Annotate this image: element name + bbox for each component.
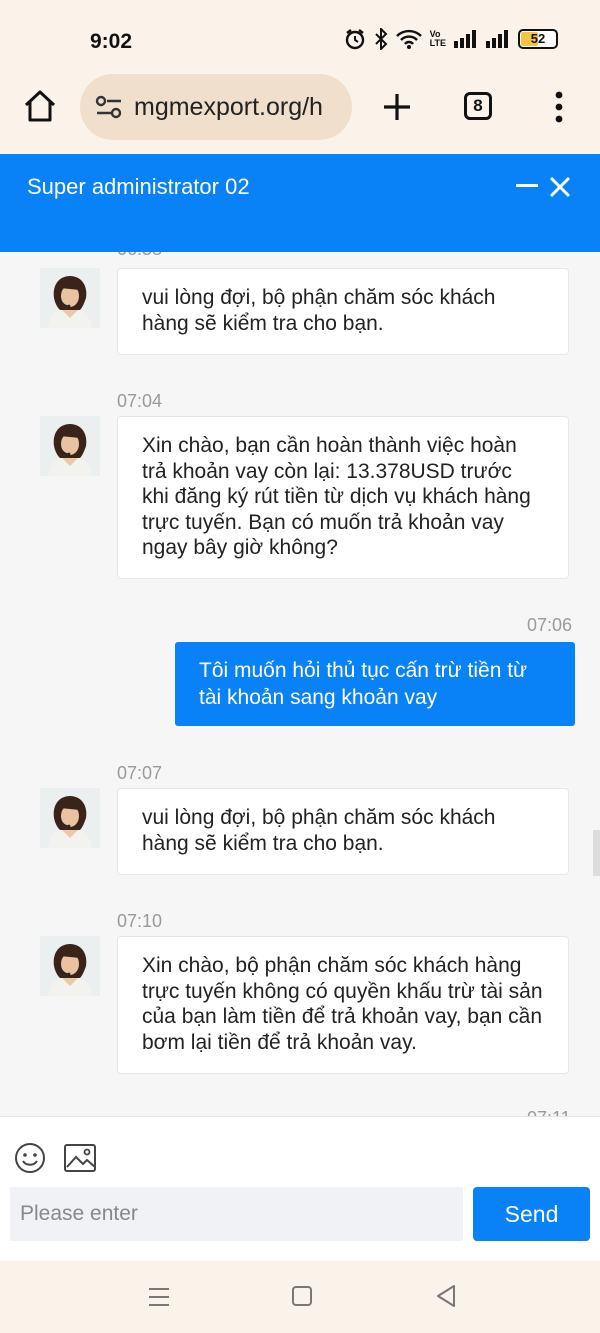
square-icon[interactable] xyxy=(292,1286,312,1306)
home-icon[interactable] xyxy=(22,88,58,124)
status-time: 9:02 xyxy=(90,30,133,53)
plus-icon[interactable] xyxy=(380,90,414,124)
signal-icon xyxy=(486,30,508,48)
message-list[interactable]: 06:58 vui lòng đợi, bộ phận chăm sóc khá… xyxy=(0,252,600,1116)
minimize-icon[interactable] xyxy=(516,183,538,189)
agent-avatar xyxy=(40,268,100,328)
message-time: 06:58 xyxy=(117,252,162,260)
chat-title: Super administrator 02 xyxy=(27,174,250,199)
close-icon[interactable] xyxy=(549,176,571,198)
signal-icon xyxy=(454,30,476,48)
back-triangle-icon[interactable] xyxy=(435,1284,457,1308)
tab-count-button[interactable]: 8 xyxy=(464,92,492,120)
tune-icon[interactable] xyxy=(95,95,123,119)
agent-message: vui lòng đợi, bộ phận chăm sóc khách hàn… xyxy=(117,788,569,875)
url-text[interactable]: mgmexport.org/h xyxy=(134,93,344,122)
chat-header xyxy=(0,154,600,252)
message-time: 07:06 xyxy=(527,615,573,635)
agent-avatar xyxy=(40,788,100,848)
agent-message: Xin chào, bộ phận chăm sóc khách hàng tr… xyxy=(117,936,569,1074)
message-time: 07:11 xyxy=(527,1108,571,1116)
agent-message: vui lòng đợi, bộ phận chăm sóc khách hàn… xyxy=(117,268,569,355)
message-input[interactable] xyxy=(10,1187,463,1241)
status-icons: Vo LTE 52 xyxy=(344,28,558,50)
battery-level-text: 52 xyxy=(530,31,546,46)
emoji-icon[interactable] xyxy=(14,1142,46,1174)
agent-message: Xin chào, bạn cần hoàn thành việc hoàn t… xyxy=(117,416,569,579)
scrollbar[interactable] xyxy=(593,830,600,876)
message-time: 07:04 xyxy=(117,391,163,411)
image-icon[interactable] xyxy=(63,1143,97,1173)
battery-indicator: 52 xyxy=(518,29,558,49)
message-time: 07:07 xyxy=(117,763,163,783)
volte-icon: Vo LTE xyxy=(429,29,446,48)
message-time: 07:10 xyxy=(117,911,163,931)
send-button[interactable]: Send xyxy=(473,1187,590,1241)
agent-avatar xyxy=(40,416,100,476)
alarm-icon xyxy=(345,29,364,50)
wifi-icon xyxy=(395,29,422,49)
agent-avatar xyxy=(40,936,100,996)
menu-icon[interactable] xyxy=(148,1286,170,1308)
more-vert-icon[interactable] xyxy=(552,90,566,124)
user-message: Tôi muốn hỏi thủ tục cấn trừ tiền từ tài… xyxy=(175,642,575,726)
bluetooth-icon xyxy=(374,28,388,50)
